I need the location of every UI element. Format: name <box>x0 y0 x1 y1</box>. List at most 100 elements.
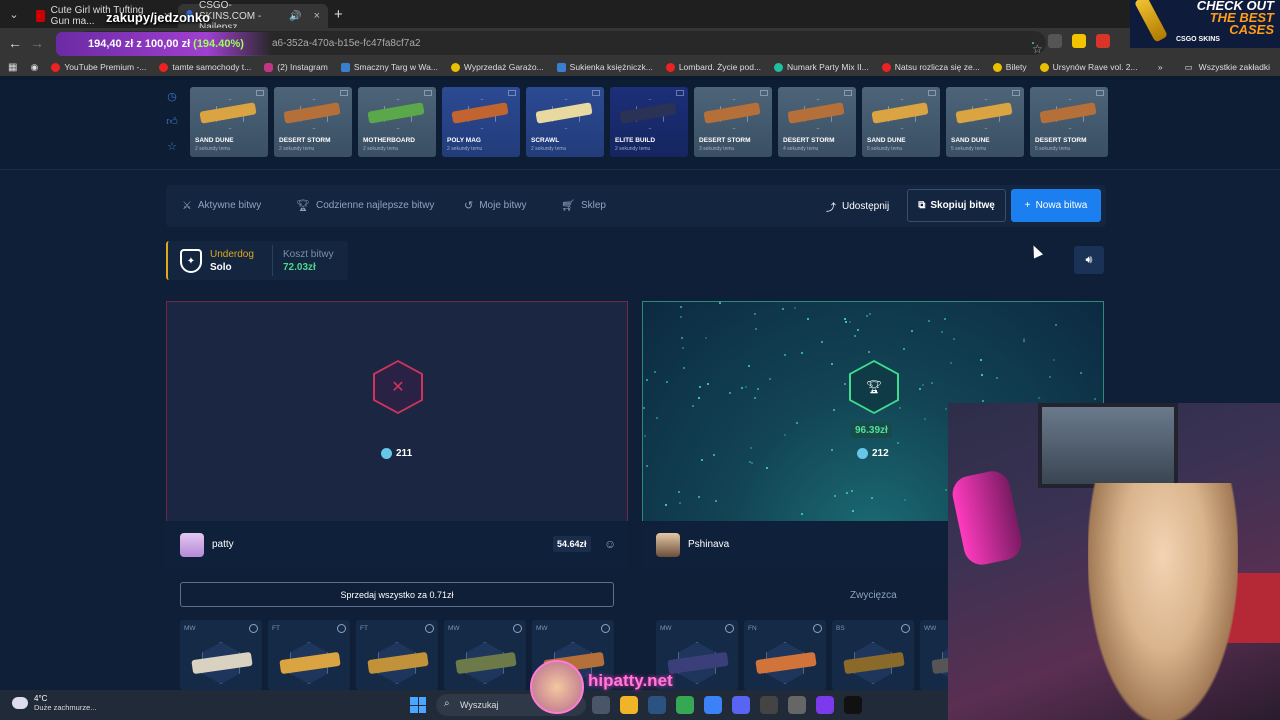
live-drop-card[interactable]: MOTHERBOARD 2 sekundy temu <box>358 87 436 157</box>
bookmark-star-icon[interactable]: ☆ <box>1032 42 1043 56</box>
new-tab-icon[interactable]: + <box>334 6 343 23</box>
tab-daily-best[interactable]: 🏆︎ Codzienne najlepsze bitwy <box>296 199 434 212</box>
star-particle <box>745 386 747 388</box>
battle-type: Solo <box>210 262 232 273</box>
file-explorer-icon[interactable] <box>620 696 638 714</box>
bookmark-item[interactable]: Ursynów Rave vol. 2... <box>1039 62 1138 72</box>
settings-icon[interactable] <box>788 696 806 714</box>
skin-name: SAND DUNE <box>867 137 906 144</box>
select-checkbox[interactable] <box>601 624 610 633</box>
chevron-right-icon[interactable]: » <box>1158 62 1163 72</box>
star-particle <box>646 465 648 467</box>
app-icon[interactable] <box>760 696 778 714</box>
item-card[interactable]: MW <box>444 620 526 690</box>
live-drop-card[interactable]: SAND DUNE 2 sekundy temu <box>190 87 268 157</box>
all-bookmarks[interactable]: » ▭ Wszystkie zakładki <box>1158 58 1270 76</box>
wear-label: BS <box>836 625 845 632</box>
avatar[interactable] <box>656 533 680 557</box>
loss-badge: ✕ <box>373 360 423 414</box>
sell-all-button[interactable]: Sprzedaj wszystko za 0.71zł <box>180 582 614 607</box>
speaker-icon[interactable]: 🔊 <box>289 11 301 22</box>
store-icon[interactable] <box>648 696 666 714</box>
select-checkbox[interactable] <box>337 624 346 633</box>
share-button[interactable]: ⤴ Udostępnij <box>826 199 889 214</box>
live-drop-card[interactable]: DESERT STORM 2 sekundy temu <box>274 87 352 157</box>
sound-toggle-button[interactable]: 🔊︎ <box>1074 246 1104 274</box>
app-icon[interactable] <box>844 696 862 714</box>
star-particle <box>796 422 798 424</box>
trophy-icon: 🏆︎ <box>851 362 897 412</box>
item-card[interactable]: MW <box>180 620 262 690</box>
bookmark-item[interactable]: Bilety <box>992 62 1027 72</box>
bookmark-item[interactable]: Sukienka księżniczk... <box>556 62 653 72</box>
item-card[interactable]: FT <box>268 620 350 690</box>
clock-icon[interactable]: ◷ <box>165 90 179 103</box>
live-drop-card[interactable]: DESERT STORM 5 sekundy temu <box>1030 87 1108 157</box>
live-drop-card[interactable]: SAND DUNE 5 sekundy temu <box>862 87 940 157</box>
bookmark-icon <box>450 62 460 72</box>
tab-my-battles[interactable]: ↺ Moje bitwy <box>464 199 526 212</box>
bookmark-item[interactable]: tamte samochody t... <box>159 62 251 72</box>
select-checkbox[interactable] <box>249 624 258 633</box>
new-battle-button[interactable]: + Nowa bitwa <box>1011 189 1101 222</box>
live-drop-card[interactable]: DESERT STORM 3 sekundy temu <box>694 87 772 157</box>
windows-start-icon[interactable] <box>410 697 426 713</box>
star-particle <box>941 331 943 333</box>
avatar[interactable] <box>180 533 204 557</box>
bookmark-item[interactable]: (2) Instagram <box>264 62 328 72</box>
ad-banner[interactable]: CHECK OUT THE BEST CASES CSGO SKINS <box>1130 0 1280 48</box>
player-name[interactable]: Pshinava <box>688 539 729 550</box>
back-icon[interactable]: ← <box>4 35 26 51</box>
live-drop-card[interactable]: ELITE BUILD 2 sekundy temu <box>610 87 688 157</box>
smiley-icon[interactable]: ☺ <box>604 537 616 551</box>
item-card[interactable]: FT <box>356 620 438 690</box>
star-particle <box>851 490 853 492</box>
select-checkbox[interactable] <box>513 624 522 633</box>
app-icon[interactable] <box>704 696 722 714</box>
copy-battle-button[interactable]: ⧉ Skopiuj bitwę <box>907 189 1006 222</box>
bookmark-item[interactable]: Numark Party Mix II... <box>774 62 869 72</box>
select-checkbox[interactable] <box>813 624 822 633</box>
goal-percent: (194.40%) <box>193 38 244 50</box>
weather-widget[interactable]: 4°C Duże zachmurze... <box>12 694 97 712</box>
skin-name: SCRAWL <box>531 137 560 144</box>
live-drop-card[interactable]: SAND DUNE 5 sekundy temu <box>946 87 1024 157</box>
tab-search-icon[interactable]: ⌄ <box>0 0 28 28</box>
extension-icon[interactable] <box>1096 34 1110 48</box>
thumbs-up-icon[interactable]: 👍︎ <box>165 115 179 128</box>
bookmark-item[interactable]: Lombard. Życie pod... <box>665 62 761 72</box>
chrome-icon[interactable]: ◉ <box>30 62 38 73</box>
select-checkbox[interactable] <box>901 624 910 633</box>
extension-icon[interactable] <box>1048 34 1062 48</box>
live-drop-card[interactable]: SCRAWL 2 sekundy temu <box>526 87 604 157</box>
item-card[interactable]: BS <box>832 620 914 690</box>
apps-grid-icon[interactable]: ▦ <box>8 62 17 73</box>
live-drop-card[interactable]: POLY MAG 2 sekundy temu <box>442 87 520 157</box>
task-view-icon[interactable] <box>592 696 610 714</box>
item-card[interactable]: FN <box>744 620 826 690</box>
tab-active-battles[interactable]: ⚔ Aktywne bitwy <box>182 199 261 212</box>
bookmark-item[interactable]: Smaczny Targ w Wa... <box>340 62 438 72</box>
close-icon[interactable]: × <box>314 10 320 22</box>
forward-icon[interactable]: → <box>26 35 48 51</box>
case-icon <box>760 90 768 96</box>
youtube-icon <box>36 10 45 22</box>
select-checkbox[interactable] <box>725 624 734 633</box>
star-particle <box>698 397 700 399</box>
wear-label: MW <box>536 625 548 632</box>
star-particle <box>846 492 848 494</box>
star-particle <box>904 499 906 501</box>
app-icon[interactable] <box>816 696 834 714</box>
player-name[interactable]: patty <box>212 539 234 550</box>
select-checkbox[interactable] <box>425 624 434 633</box>
bookmark-item[interactable]: YouTube Premium -... <box>51 62 146 72</box>
bookmark-item[interactable]: Natsu rozlicza się ze... <box>881 62 980 72</box>
divider <box>272 245 273 276</box>
chrome-icon[interactable] <box>676 696 694 714</box>
tab-shop[interactable]: 🛒︎ Sklep <box>561 199 606 212</box>
star-icon[interactable]: ☆ <box>165 140 179 153</box>
bookmark-item[interactable]: Wyprzedaż Garażo... <box>450 62 544 72</box>
discord-icon[interactable] <box>732 696 750 714</box>
extension-icon[interactable] <box>1072 34 1086 48</box>
live-drop-card[interactable]: DESERT STORM 4 sekundy temu <box>778 87 856 157</box>
